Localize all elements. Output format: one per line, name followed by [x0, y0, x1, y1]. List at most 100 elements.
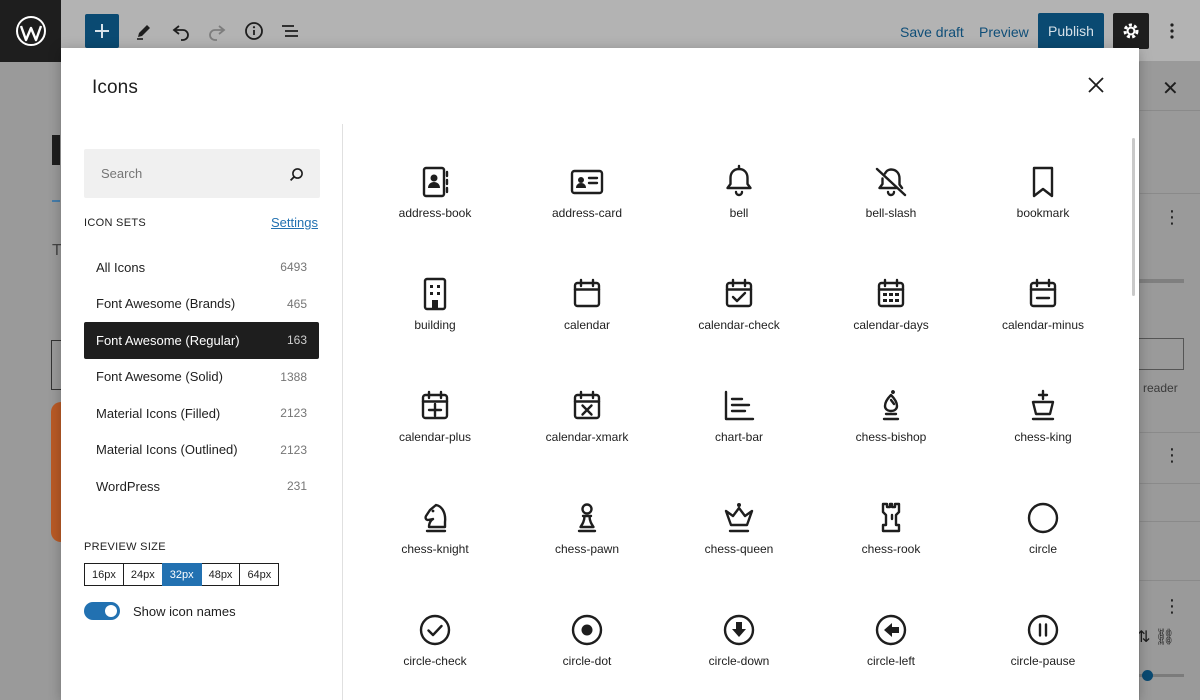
- icon-tile[interactable]: circle-left: [815, 594, 967, 700]
- icon-tile[interactable]: chess-bishop: [815, 370, 967, 482]
- icon-set-count: 163: [286, 333, 307, 348]
- circle-pause-icon: [1025, 612, 1061, 648]
- icon-tile[interactable]: chess-pawn: [511, 482, 663, 594]
- size-64px-button[interactable]: 64px: [239, 563, 280, 586]
- icon-set-item[interactable]: Font Awesome (Brands) 465: [84, 286, 319, 323]
- publish-button[interactable]: Publish: [1038, 13, 1104, 49]
- icon-tile[interactable]: calendar: [511, 258, 663, 370]
- icon-set-count: 231: [286, 479, 307, 494]
- size-24px-button[interactable]: 24px: [122, 563, 163, 586]
- icon-set-item[interactable]: Font Awesome (Solid) 1388: [84, 359, 319, 396]
- address-book-icon: [417, 164, 453, 200]
- icon-tile[interactable]: chess-king: [967, 370, 1119, 482]
- icon-tile[interactable]: calendar-xmark: [511, 370, 663, 482]
- modal-title: Icons: [92, 77, 138, 98]
- icon-set-item[interactable]: Material Icons (Filled) 2123: [84, 395, 319, 432]
- add-block-button[interactable]: [85, 14, 119, 48]
- sidebar-link-icon[interactable]: ⇅ ⛓: [1137, 627, 1175, 647]
- preview-size-group: 16px 24px 32px 48px 64px: [84, 563, 280, 586]
- icon-tile[interactable]: circle-pause: [967, 594, 1119, 700]
- size-48px-button[interactable]: 48px: [200, 563, 241, 586]
- preview-button[interactable]: Preview: [979, 24, 1029, 40]
- icon-name-label: calendar-xmark: [545, 430, 629, 444]
- sidebar-more-icon[interactable]: ⋮: [1163, 208, 1181, 226]
- sidebar-close-icon[interactable]: ✕: [1162, 76, 1179, 101]
- icon-name-label: bell-slash: [865, 206, 917, 220]
- size-32px-button[interactable]: 32px: [161, 563, 202, 586]
- icon-name-label: address-book: [398, 206, 472, 220]
- icon-set-item[interactable]: Font Awesome (Regular) 163: [84, 322, 319, 359]
- editor-block-fragment: [51, 340, 61, 390]
- icon-tile[interactable]: bell: [663, 146, 815, 258]
- size-16px-button[interactable]: 16px: [84, 563, 124, 586]
- list-view-icon[interactable]: [277, 18, 303, 44]
- show-icon-names-toggle[interactable]: [84, 602, 120, 620]
- icon-tile[interactable]: address-book: [359, 146, 511, 258]
- circle-down-icon: [721, 612, 757, 648]
- icon-set-item[interactable]: Material Icons (Outlined) 2123: [84, 432, 319, 469]
- sidebar-slider-handle[interactable]: [1142, 670, 1153, 681]
- search-input[interactable]: [84, 149, 284, 198]
- icon-name-label: circle-dot: [562, 654, 612, 668]
- search-icon[interactable]: [286, 164, 306, 184]
- icon-tile[interactable]: address-card: [511, 146, 663, 258]
- more-options-icon[interactable]: [1159, 18, 1185, 44]
- calendar-plus-icon: [417, 388, 453, 424]
- icon-set-item[interactable]: All Icons 6493: [84, 249, 319, 286]
- calendar-days-icon: [873, 276, 909, 312]
- sidebar-divider: [1139, 193, 1200, 194]
- redo-icon[interactable]: [204, 18, 230, 44]
- editor-divider: [52, 200, 60, 202]
- save-draft-button[interactable]: Save draft: [900, 24, 964, 40]
- icon-tile[interactable]: calendar-days: [815, 258, 967, 370]
- icon-set-label: Font Awesome (Regular): [96, 332, 240, 348]
- chess-bishop-icon: [873, 388, 909, 424]
- icon-tile[interactable]: circle: [967, 482, 1119, 594]
- icon-tile[interactable]: circle-down: [663, 594, 815, 700]
- icon-tile[interactable]: circle-check: [359, 594, 511, 700]
- icon-tile[interactable]: building: [359, 258, 511, 370]
- sidebar-more-icon[interactable]: ⋮: [1163, 446, 1181, 464]
- info-icon[interactable]: [241, 18, 267, 44]
- grid-scrollbar[interactable]: [1132, 138, 1135, 296]
- calendar-minus-icon: [1025, 276, 1061, 312]
- icons-modal: Icons ICON SETS Settings All Icons 6493 Fo…: [61, 48, 1139, 700]
- icon-name-label: circle-left: [866, 654, 915, 668]
- icon-tile[interactable]: chess-rook: [815, 482, 967, 594]
- building-icon: [417, 276, 453, 312]
- settings-gear-icon[interactable]: [1113, 13, 1149, 49]
- icon-name-label: circle-pause: [1010, 654, 1076, 668]
- icon-tile[interactable]: chess-knight: [359, 482, 511, 594]
- sidebar-reader-text: reader: [1143, 381, 1178, 395]
- circle-left-icon: [873, 612, 909, 648]
- icon-tile[interactable]: chess-queen: [663, 482, 815, 594]
- icon-tile[interactable]: circle-dot: [511, 594, 663, 700]
- icon-tile[interactable]: calendar-minus: [967, 258, 1119, 370]
- icon-name-label: chess-queen: [704, 542, 774, 556]
- sidebar-more-icon[interactable]: ⋮: [1163, 597, 1181, 615]
- icon-tile[interactable]: calendar-plus: [359, 370, 511, 482]
- icon-tile[interactable]: calendar-check: [663, 258, 815, 370]
- icon-set-item[interactable]: WordPress 231: [84, 468, 319, 505]
- close-icon[interactable]: [1084, 73, 1108, 97]
- icon-sets-list: All Icons 6493 Font Awesome (Brands) 465 Fon…: [84, 249, 319, 505]
- icon-name-label: chess-knight: [401, 542, 469, 556]
- address-card-icon: [569, 164, 605, 200]
- chess-king-icon: [1025, 388, 1061, 424]
- icon-tile[interactable]: bookmark: [967, 146, 1119, 258]
- pencil-icon[interactable]: [131, 18, 157, 44]
- icon-tile[interactable]: bell-slash: [815, 146, 967, 258]
- icon-tile[interactable]: chart-bar: [663, 370, 815, 482]
- icon-set-label: Material Icons (Outlined): [96, 442, 238, 458]
- sidebar-input[interactable]: [1139, 338, 1184, 370]
- icon-name-label: chess-king: [1014, 430, 1072, 444]
- icon-name-label: bell: [729, 206, 749, 220]
- sidebar-divider: [1139, 110, 1200, 111]
- undo-icon[interactable]: [168, 18, 194, 44]
- wordpress-logo-icon[interactable]: [0, 0, 61, 62]
- icon-name-label: calendar-plus: [398, 430, 472, 444]
- settings-link[interactable]: Settings: [271, 215, 318, 230]
- icon-name-label: calendar-minus: [1001, 318, 1085, 332]
- icon-sets-heading: ICON SETS: [84, 217, 146, 229]
- circle-check-icon: [417, 612, 453, 648]
